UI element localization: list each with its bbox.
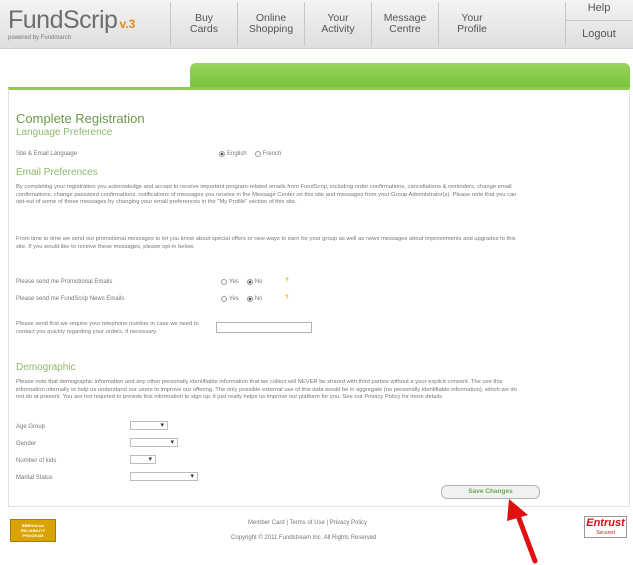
news-email-options: Yes No	[221, 296, 270, 302]
help-link[interactable]: Help	[566, 2, 632, 20]
entrust-sub: Secured	[596, 530, 615, 536]
phone-label: Please send first we require your teleph…	[16, 321, 199, 335]
nav-online-shopping[interactable]: Online Shopping	[237, 2, 304, 46]
promo-no-radio[interactable]	[246, 279, 253, 285]
logo-tagline: powered by Fundmarch	[8, 35, 72, 41]
news-help-icon[interactable]: ?	[285, 295, 289, 301]
nav-your-profile[interactable]: Your Profile	[438, 2, 505, 46]
bbb-badge[interactable]: BBBOnLine RELIABILITY PROGRAM	[10, 519, 56, 542]
gender-label: Gender	[16, 441, 37, 447]
kids-label: Number of kids	[16, 458, 57, 464]
chevron-down-icon: ▾	[170, 439, 174, 446]
nav-your-activity[interactable]: Your Activity	[304, 2, 371, 46]
chevron-down-icon: ▾	[190, 473, 194, 480]
news-no-radio[interactable]	[246, 296, 253, 302]
gender-select[interactable]: ▾	[130, 438, 178, 447]
red-arrow-icon	[507, 499, 538, 564]
french-label: French	[262, 151, 282, 157]
nav-message-centre[interactable]: Message Centre	[371, 2, 438, 46]
demographic-paragraph: Please note that demographic information…	[16, 379, 517, 401]
phone-input[interactable]	[216, 322, 312, 333]
english-label: English	[227, 151, 247, 157]
fundscrip-logo[interactable]: FundScrip v.3 powered by Fundmarch	[8, 6, 136, 41]
promo-email-options: Yes No	[221, 279, 270, 285]
header-bar: FundScrip v.3 powered by Fundmarch Buy Ca…	[0, 0, 633, 49]
entrust-title: Entrust	[586, 517, 625, 529]
age-group-label: Age Group	[16, 424, 46, 430]
logout-link[interactable]: Logout	[566, 20, 632, 43]
demographic-heading: Demographic	[16, 362, 76, 373]
promo-no-label: No	[254, 279, 263, 285]
news-email-label: Please send me FundScrip News Emails	[16, 296, 125, 302]
email-paragraph-2: From time to time we send out promotiona…	[16, 236, 516, 250]
promo-help-icon[interactable]: ?	[285, 278, 289, 284]
age-group-select[interactable]: ▾	[130, 421, 168, 430]
logo-text: FundScrip	[8, 6, 118, 34]
logo-version: v.3	[119, 17, 136, 31]
marital-status-label: Marital Status	[16, 475, 53, 481]
email-paragraph-1: By completing your registration you ackn…	[16, 184, 517, 206]
green-tab-bar	[190, 63, 630, 87]
footer-copyright: Copyright © 2011 Fundstream Inc. All Rig…	[231, 535, 377, 541]
entrust-badge[interactable]: Entrust Secured	[584, 516, 627, 538]
news-yes-label: Yes	[229, 296, 239, 302]
promo-email-label: Please send me Promotional Emails	[16, 279, 113, 285]
bbb-text-3: PROGRAM	[22, 533, 44, 538]
language-heading: Language Preference	[16, 127, 113, 138]
chevron-down-icon: ▾	[160, 422, 164, 429]
news-no-label: No	[254, 296, 263, 302]
page-title: Complete Registration	[16, 111, 145, 126]
nav-buy-cards[interactable]: Buy Cards	[170, 2, 237, 46]
footer-links[interactable]: Member Card | Terms of Use | Privacy Pol…	[248, 520, 367, 526]
email-heading: Email Preferences	[16, 167, 98, 178]
promo-yes-radio[interactable]	[221, 279, 227, 285]
main-nav: Buy Cards Online Shopping Your Activity …	[170, 2, 505, 46]
news-yes-radio[interactable]	[221, 296, 227, 302]
chevron-down-icon: ▾	[148, 456, 152, 463]
kids-select[interactable]: ▾	[130, 455, 156, 464]
language-label: Site & Email Language	[16, 151, 78, 157]
french-radio[interactable]	[254, 151, 261, 157]
english-radio[interactable]	[219, 151, 225, 157]
utility-links: Help Logout	[565, 2, 632, 46]
marital-status-select[interactable]: ▾	[130, 472, 198, 481]
promo-yes-label: Yes	[229, 279, 239, 285]
language-options: English French	[219, 151, 289, 157]
